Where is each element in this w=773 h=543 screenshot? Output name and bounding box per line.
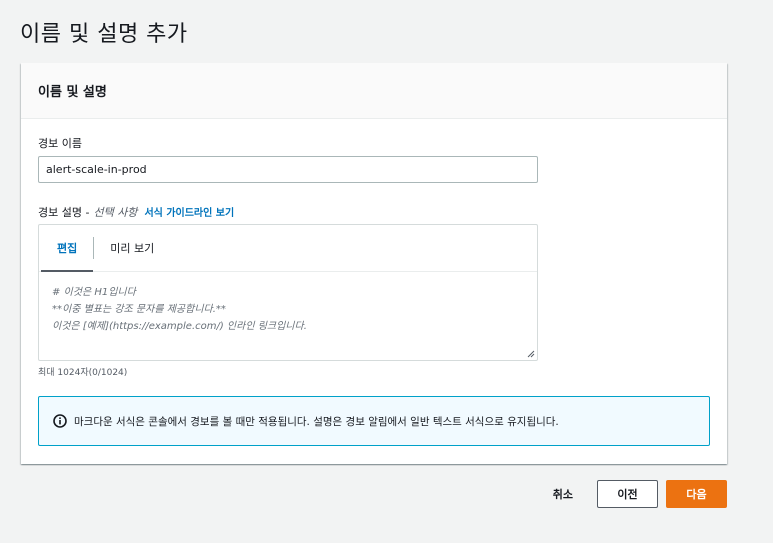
alarm-name-label: 경보 이름 bbox=[38, 137, 82, 150]
editor-tabs: 편집 미리 보기 bbox=[39, 225, 537, 272]
description-editor: 편집 미리 보기 # 이것은 H1입니다 **이중 별표는 강조 문자를 제공합… bbox=[38, 224, 538, 361]
panel-header: 이름 및 설명 bbox=[21, 63, 727, 119]
character-count: 최대 1024자(0/1024) bbox=[38, 368, 128, 378]
info-alert: 마크다운 서식은 콘솔에서 경보를 볼 때만 적용됩니다. 설명은 경보 알림에… bbox=[38, 396, 710, 446]
cancel-button[interactable]: 취소 bbox=[553, 486, 573, 502]
alarm-description-label-row: 경보 설명 - 선택 사항 서식 가이드라인 보기 bbox=[38, 204, 234, 220]
description-textarea[interactable]: # 이것은 H1입니다 **이중 별표는 강조 문자를 제공합니다.** 이것은… bbox=[39, 272, 537, 335]
next-button[interactable]: 다음 bbox=[666, 480, 727, 508]
wizard-footer: 취소 이전 다음 bbox=[553, 480, 727, 508]
name-description-panel: 이름 및 설명 경보 이름 경보 설명 - 선택 사항 서식 가이드라인 보기 … bbox=[21, 63, 727, 464]
placeholder-line: # 이것은 H1입니다 bbox=[52, 287, 136, 298]
placeholder-line: 이것은 [예제](https://example.com/) 인라인 링크입니다… bbox=[52, 321, 307, 332]
tab-edit[interactable]: 편집 bbox=[41, 225, 94, 272]
optional-label: 선택 사항 bbox=[93, 206, 138, 219]
resize-handle-icon[interactable] bbox=[527, 350, 535, 358]
info-icon bbox=[53, 414, 67, 428]
previous-button[interactable]: 이전 bbox=[597, 480, 658, 508]
alarm-name-input[interactable] bbox=[38, 156, 538, 183]
page-title: 이름 및 설명 추가 bbox=[20, 22, 188, 47]
formatting-guide-link[interactable]: 서식 가이드라인 보기 bbox=[144, 204, 234, 219]
panel-header-title: 이름 및 설명 bbox=[38, 85, 107, 100]
placeholder-line: **이중 별표는 강조 문자를 제공합니다.** bbox=[52, 304, 226, 315]
alarm-description-label: 경보 설명 - bbox=[38, 206, 90, 219]
tab-preview[interactable]: 미리 보기 bbox=[94, 225, 170, 271]
info-text: 마크다운 서식은 콘솔에서 경보를 볼 때만 적용됩니다. 설명은 경보 알림에… bbox=[74, 415, 559, 428]
